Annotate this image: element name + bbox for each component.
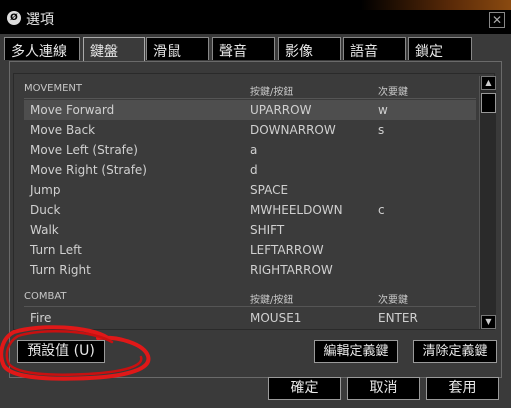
title-bar-accent (361, 0, 511, 10)
key-value: MWHEELDOWN (250, 203, 343, 217)
action-label: Duck (30, 203, 61, 217)
key-value: LEFTARROW (250, 243, 324, 257)
binding-row-fire[interactable]: Fire MOUSE1 ENTER (24, 308, 476, 328)
defaults-button[interactable]: 預設值 (U) (17, 340, 105, 363)
action-label: Move Forward (30, 103, 115, 117)
action-label: Turn Left (30, 243, 82, 257)
binding-row-duck[interactable]: Duck MWHEELDOWN c (24, 200, 476, 220)
tab-video[interactable]: 影像 (278, 37, 341, 60)
action-label: Fire (30, 311, 52, 325)
alt-key-value: ENTER (378, 311, 418, 325)
binding-row-move-forward[interactable]: Move Forward UPARROW w (24, 100, 476, 120)
binding-row-turn-right[interactable]: Turn Right RIGHTARROW (24, 260, 476, 280)
key-value: MOUSE1 (250, 311, 302, 325)
action-label: Walk (30, 223, 59, 237)
key-value: d (250, 163, 258, 177)
action-label: Move Back (30, 123, 96, 137)
section-label: MOVEMENT (24, 83, 83, 94)
app-icon: Ø (7, 11, 21, 25)
divider (24, 306, 476, 307)
ok-button[interactable]: 確定 (268, 377, 341, 400)
key-value: a (250, 143, 258, 157)
action-label: Turn Right (30, 263, 91, 277)
action-label: Jump (30, 183, 61, 197)
key-value: SHIFT (250, 223, 285, 237)
cancel-button[interactable]: 取消 (347, 377, 420, 400)
key-value: RIGHTARROW (250, 263, 333, 277)
clear-key-button[interactable]: 清除定義鍵 (413, 340, 497, 363)
binding-row-walk[interactable]: Walk SHIFT (24, 220, 476, 240)
tab-keyboard[interactable]: 鍵盤 (83, 37, 145, 62)
apply-button[interactable]: 套用 (426, 377, 499, 400)
binding-row-move-back[interactable]: Move Back DOWNARROW s (24, 120, 476, 140)
alt-key-value: w (378, 103, 388, 117)
key-column-header: 按鍵/按鈕 (250, 87, 294, 98)
tab-multiplayer[interactable]: 多人連線 (4, 37, 80, 60)
key-value: SPACE (250, 183, 289, 197)
action-label: Move Right (Strafe) (30, 163, 147, 177)
scroll-down-icon[interactable]: ▼ (481, 315, 496, 329)
list-scrollbar[interactable]: ▲ ▼ (479, 76, 496, 329)
tab-lock[interactable]: 鎖定 (408, 37, 472, 60)
alt-column-header: 次要鍵 (378, 295, 408, 306)
scroll-up-icon[interactable]: ▲ (481, 76, 496, 90)
title-bar: Ø 選項 ✕ (0, 0, 511, 34)
key-column-header: 按鍵/按鈕 (250, 295, 294, 306)
binding-row-move-left[interactable]: Move Left (Strafe) a (24, 140, 476, 160)
window-title: 選項 (26, 12, 54, 28)
alt-key-value: c (378, 203, 385, 217)
divider (24, 98, 476, 99)
key-value: DOWNARROW (250, 123, 336, 137)
tab-voice[interactable]: 語音 (343, 37, 406, 60)
section-label: COMBAT (24, 291, 67, 302)
alt-key-value: s (378, 123, 385, 137)
alt-column-header: 次要鍵 (378, 87, 408, 98)
binding-row-turn-left[interactable]: Turn Left LEFTARROW (24, 240, 476, 260)
key-binding-list[interactable]: MOVEMENT 按鍵/按鈕 次要鍵 Move Forward UPARROW … (13, 73, 495, 330)
scroll-thumb[interactable] (481, 93, 496, 113)
tab-mouse[interactable]: 滑鼠 (146, 37, 209, 60)
close-button[interactable]: ✕ (489, 12, 505, 28)
binding-row-move-right[interactable]: Move Right (Strafe) d (24, 160, 476, 180)
edit-key-button[interactable]: 編輯定義鍵 (314, 340, 398, 363)
tab-audio[interactable]: 聲音 (212, 37, 275, 60)
key-value: UPARROW (250, 103, 312, 117)
action-label: Move Left (Strafe) (30, 143, 138, 157)
binding-row-jump[interactable]: Jump SPACE (24, 180, 476, 200)
